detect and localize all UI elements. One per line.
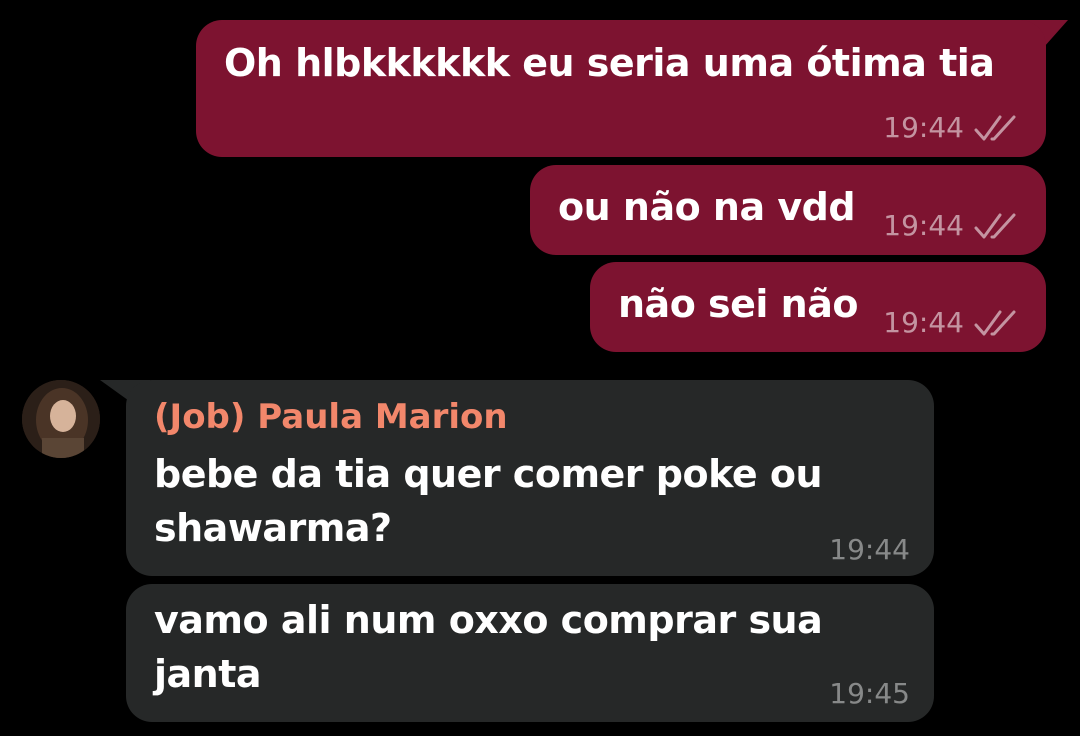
message-bubble-outgoing[interactable]: Oh hlbkkkkkk eu seria uma ótima tia 19:4… <box>196 20 1046 157</box>
message-bubble-outgoing[interactable]: não sei não 19:44 <box>590 262 1046 352</box>
message-time: 19:44 <box>829 533 910 566</box>
message-meta: 19:44 <box>829 534 910 566</box>
double-check-icon <box>974 115 1016 141</box>
contact-avatar[interactable] <box>22 380 100 458</box>
message-bubble-incoming[interactable]: vamo ali num oxxo comprar sua janta 19:4… <box>126 584 934 722</box>
message-text-line: janta <box>154 652 262 696</box>
message-time: 19:45 <box>829 677 910 710</box>
message-text: ou não na vdd <box>558 185 856 229</box>
message-time: 19:44 <box>883 111 964 144</box>
message-bubble-outgoing[interactable]: ou não na vdd 19:44 <box>530 165 1046 255</box>
message-meta: 19:44 <box>883 210 1020 242</box>
message-text: Oh hlbkkkkkk eu seria uma ótima tia <box>224 41 995 85</box>
double-check-icon <box>974 310 1016 336</box>
message-meta: 19:45 <box>829 678 910 710</box>
message-meta: 19:44 <box>883 307 1020 339</box>
message-meta: 19:44 <box>883 112 1020 144</box>
avatar-image <box>22 380 100 458</box>
double-check-icon <box>974 213 1016 239</box>
sender-name[interactable]: (Job) Paula Marion <box>154 397 508 437</box>
message-bubble-incoming[interactable]: (Job) Paula Marion bebe da tia quer come… <box>126 380 934 576</box>
message-text-line: shawarma? <box>154 506 392 550</box>
message-text-line: bebe da tia quer comer poke ou <box>154 452 823 496</box>
message-text-line: vamo ali num oxxo comprar sua <box>154 598 823 642</box>
message-text: não sei não <box>618 282 858 326</box>
message-time: 19:44 <box>883 209 964 242</box>
message-time: 19:44 <box>883 306 964 339</box>
